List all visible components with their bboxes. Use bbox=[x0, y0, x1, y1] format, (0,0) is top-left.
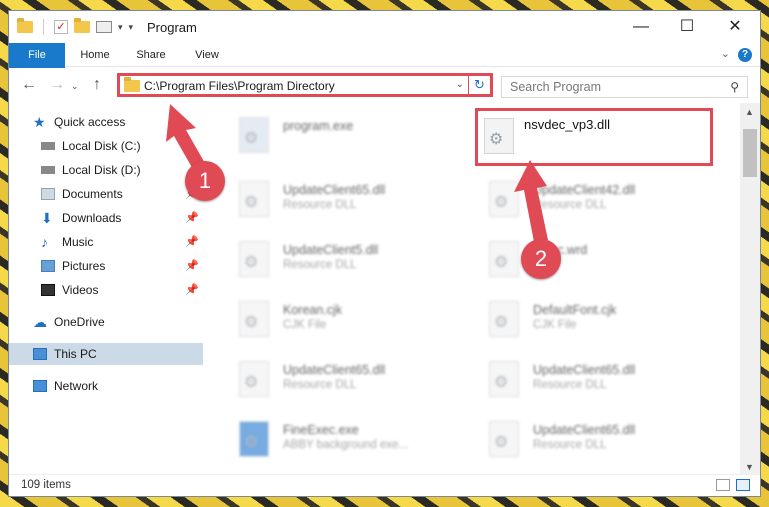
scroll-down-icon[interactable]: ▼ bbox=[745, 462, 754, 472]
tab-share[interactable]: Share bbox=[127, 43, 175, 67]
sidebar-item-pictures[interactable]: Pictures 📌 bbox=[9, 255, 203, 277]
tab-home[interactable]: Home bbox=[71, 43, 119, 67]
drive-icon bbox=[41, 142, 55, 150]
large-icons-view-icon[interactable] bbox=[736, 479, 750, 491]
refresh-icon[interactable]: ↻ bbox=[468, 76, 490, 94]
list-item[interactable]: program.exe bbox=[215, 111, 455, 163]
address-dropdown-icon[interactable]: ⌄ bbox=[456, 79, 464, 90]
toolbar-expand-icon[interactable]: ▾ bbox=[129, 22, 134, 33]
tab-view[interactable]: View bbox=[185, 43, 229, 67]
up-icon[interactable]: ↑ bbox=[93, 76, 101, 94]
view-options-icon[interactable] bbox=[96, 21, 112, 33]
pin-icon[interactable]: 📌 bbox=[185, 231, 199, 253]
dll-file-icon bbox=[489, 361, 519, 397]
list-item[interactable]: UpdateClient65.dll Resource DLL bbox=[465, 415, 705, 467]
details-view-icon[interactable] bbox=[716, 479, 730, 491]
minimize-button[interactable]: — bbox=[618, 11, 664, 43]
customize-dropdown-icon[interactable]: ▾ bbox=[118, 22, 123, 33]
dll-file-icon bbox=[239, 241, 269, 277]
star-icon: ★ bbox=[33, 114, 46, 130]
sidebar-item-music[interactable]: ♪ Music 📌 bbox=[9, 231, 203, 253]
pin-icon[interactable]: 📌 bbox=[185, 207, 199, 229]
help-icon[interactable]: ? bbox=[738, 48, 752, 62]
list-item[interactable]: UpdateClient42.dll Resource DLL bbox=[465, 175, 705, 227]
drive-icon bbox=[41, 166, 55, 174]
sidebar-item-local-disk-c[interactable]: Local Disk (C:) bbox=[9, 135, 203, 157]
status-bar: 109 items bbox=[9, 474, 760, 496]
close-button[interactable]: ✕ bbox=[712, 11, 758, 43]
list-item[interactable]: UpdateClient65.dll Resource DLL bbox=[215, 175, 455, 227]
quick-access-toolbar: ✓ ▾ ▾ bbox=[17, 18, 134, 35]
navigation-pane: ★ Quick access Local Disk (C:) Local Dis… bbox=[9, 103, 205, 476]
cloud-icon: ☁ bbox=[33, 314, 47, 330]
sidebar-item-local-disk-d[interactable]: Local Disk (D:) bbox=[9, 159, 203, 181]
properties-check-icon[interactable]: ✓ bbox=[54, 20, 68, 34]
list-item[interactable]: Aplsc.wrd bbox=[465, 235, 705, 287]
list-item[interactable]: UpdateClient5.dll Resource DLL bbox=[215, 235, 455, 287]
title-bar: ✓ ▾ ▾ Program — ☐ ✕ bbox=[9, 11, 760, 43]
download-icon: ⬇ bbox=[41, 210, 53, 226]
sidebar-item-videos[interactable]: Videos 📌 bbox=[9, 279, 203, 301]
sidebar-item-quick-access[interactable]: ★ Quick access bbox=[9, 111, 203, 133]
maximize-button[interactable]: ☐ bbox=[664, 11, 710, 43]
pictures-icon bbox=[41, 260, 55, 272]
search-input[interactable]: Search Program bbox=[510, 80, 601, 94]
list-item[interactable]: UpdateClient65.dll Resource DLL bbox=[465, 355, 705, 407]
highlighted-file-item[interactable]: nsvdec_vp3.dll bbox=[475, 108, 713, 166]
exe-file-icon bbox=[239, 421, 269, 457]
address-folder-icon bbox=[124, 77, 140, 92]
computer-icon bbox=[33, 348, 47, 360]
sidebar-item-documents[interactable]: Documents 📌 bbox=[9, 183, 203, 205]
back-icon[interactable]: ← bbox=[21, 76, 37, 94]
scroll-up-icon[interactable]: ▲ bbox=[745, 107, 754, 117]
list-item[interactable]: Korean.cjk CJK File bbox=[215, 295, 455, 347]
file-icon bbox=[239, 301, 269, 337]
music-icon: ♪ bbox=[41, 234, 48, 250]
sidebar-item-onedrive[interactable]: ☁ OneDrive bbox=[9, 311, 203, 333]
file-icon bbox=[489, 301, 519, 337]
list-item[interactable]: DefaultFont.cjk CJK File bbox=[465, 295, 705, 347]
vertical-scrollbar[interactable]: ▲ ▼ bbox=[740, 103, 760, 476]
ribbon-expand-icon[interactable]: ⌄ bbox=[721, 47, 730, 60]
network-icon bbox=[33, 380, 47, 392]
step-2-badge: 2 bbox=[521, 239, 561, 279]
scrollbar-thumb[interactable] bbox=[743, 129, 757, 177]
videos-icon bbox=[41, 284, 55, 296]
recent-locations-icon[interactable]: ⌄ bbox=[71, 81, 79, 92]
exe-file-icon bbox=[239, 117, 269, 153]
dll-file-icon bbox=[239, 181, 269, 217]
dll-file-icon bbox=[489, 181, 519, 217]
address-path[interactable]: C:\Program Files\Program Directory bbox=[144, 79, 335, 93]
sidebar-item-this-pc[interactable]: This PC bbox=[9, 343, 203, 365]
list-item[interactable]: FineExec.exe ABBY background exe... bbox=[215, 415, 455, 467]
list-item[interactable]: UpdateClient65.dll Resource DLL bbox=[215, 355, 455, 407]
file-icon bbox=[489, 241, 519, 277]
navigation-bar: ← → ⌄ ↑ C:\Program Files\Program Directo… bbox=[9, 68, 760, 102]
folder-icon[interactable] bbox=[17, 18, 33, 33]
toolbar-separator bbox=[43, 19, 44, 35]
explorer-window: ✓ ▾ ▾ Program — ☐ ✕ File Home Share View… bbox=[8, 10, 761, 497]
dll-file-icon bbox=[489, 421, 519, 457]
pin-icon[interactable]: 📌 bbox=[185, 279, 199, 301]
address-bar[interactable]: C:\Program Files\Program Directory ⌄ ↻ bbox=[117, 73, 493, 97]
sidebar-item-network[interactable]: Network bbox=[9, 375, 203, 397]
forward-icon[interactable]: → bbox=[49, 76, 65, 94]
pin-icon[interactable]: 📌 bbox=[185, 255, 199, 277]
dll-file-icon bbox=[484, 118, 514, 154]
item-count: 109 items bbox=[21, 479, 71, 491]
documents-icon bbox=[41, 188, 55, 200]
search-icon[interactable]: ⚲ bbox=[730, 80, 739, 94]
sidebar-item-downloads[interactable]: ⬇ Downloads 📌 bbox=[9, 207, 203, 229]
new-folder-icon[interactable] bbox=[74, 18, 90, 33]
dll-file-icon bbox=[239, 361, 269, 397]
search-box[interactable]: Search Program ⚲ bbox=[501, 76, 748, 98]
step-1-badge: 1 bbox=[185, 161, 225, 201]
ribbon-tabs: File Home Share View ⌄ ? bbox=[9, 43, 760, 95]
window-title: Program bbox=[147, 20, 197, 35]
